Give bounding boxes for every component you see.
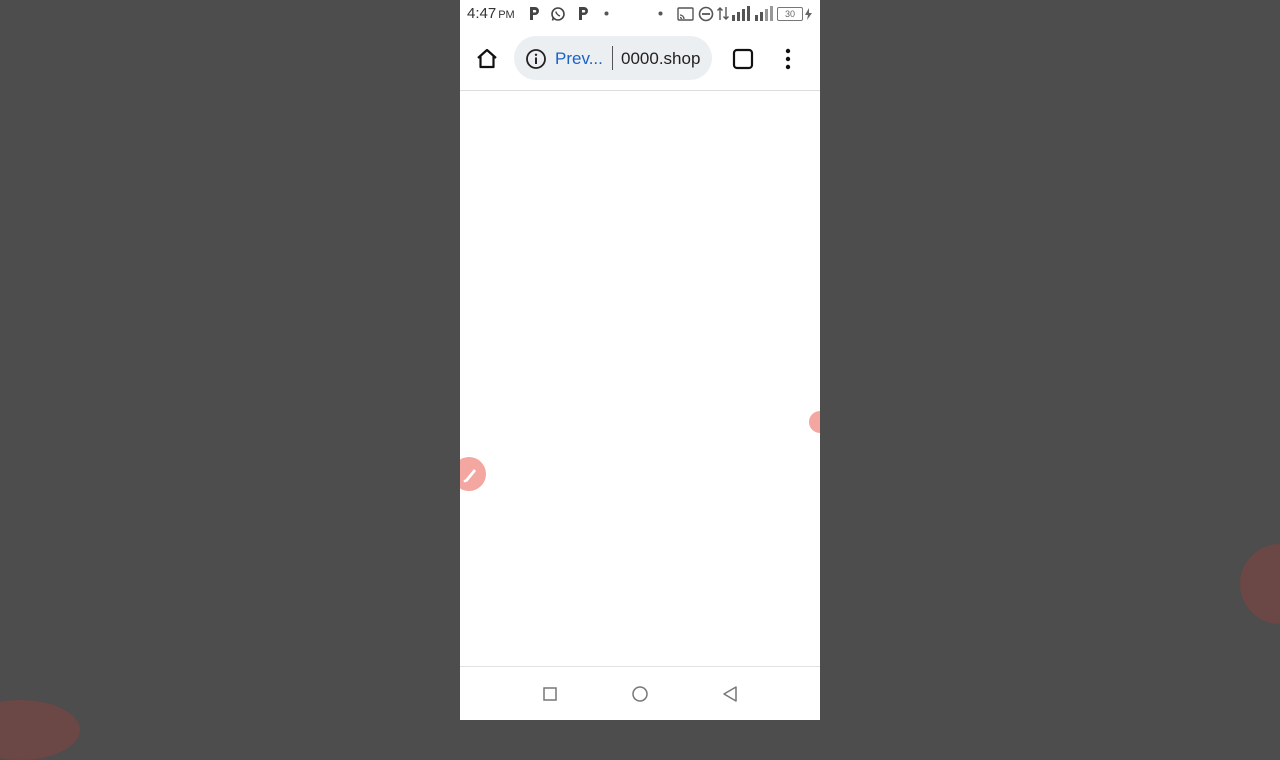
- status-bar: 4:47 PM 30: [460, 0, 820, 28]
- recents-square-icon[interactable]: [541, 685, 559, 703]
- notification-dot-icon-2: [658, 11, 663, 16]
- signal-strength-icon-2: [755, 6, 773, 21]
- home-circle-icon[interactable]: [631, 685, 649, 703]
- charging-bolt-icon: [805, 8, 812, 20]
- signal-strength-icon: [732, 6, 750, 21]
- web-content-area[interactable]: [460, 91, 820, 666]
- pencil-icon: [463, 469, 476, 483]
- url-text[interactable]: 0000.shop: [621, 49, 700, 69]
- omnibox[interactable]: Prev... 0000.shop: [514, 36, 712, 80]
- floating-edge-handle[interactable]: [809, 411, 820, 433]
- p-app-icon-2: [579, 7, 588, 20]
- battery-level: 30: [784, 9, 795, 19]
- floating-edit-button[interactable]: [460, 457, 486, 491]
- info-icon[interactable]: [525, 48, 547, 70]
- page-info-label[interactable]: Prev...: [555, 49, 603, 69]
- data-arrows-icon: [717, 7, 729, 20]
- background-blob-left: [0, 700, 80, 760]
- navigation-bar: [460, 666, 820, 720]
- home-icon[interactable]: [474, 46, 500, 72]
- notification-dot-icon: [604, 11, 609, 16]
- cast-icon: [677, 7, 694, 21]
- tab-switcher-icon[interactable]: [732, 48, 754, 70]
- do-not-disturb-icon: [698, 6, 714, 22]
- phone-screen: 4:47 PM 30 Prev... 0000.shop: [460, 0, 820, 720]
- back-triangle-icon[interactable]: [721, 685, 739, 703]
- background-blob-right: [1240, 544, 1280, 624]
- whatsapp-icon: [551, 7, 565, 21]
- p-app-icon: [530, 7, 539, 20]
- omnibox-divider: [612, 46, 613, 70]
- browser-toolbar: Prev... 0000.shop: [460, 28, 820, 90]
- status-time-ampm: PM: [498, 9, 515, 21]
- status-time: 4:47 PM: [467, 5, 515, 22]
- more-vert-icon[interactable]: [780, 47, 796, 71]
- battery-indicator: 30: [777, 7, 803, 21]
- status-time-value: 4:47: [467, 5, 497, 22]
